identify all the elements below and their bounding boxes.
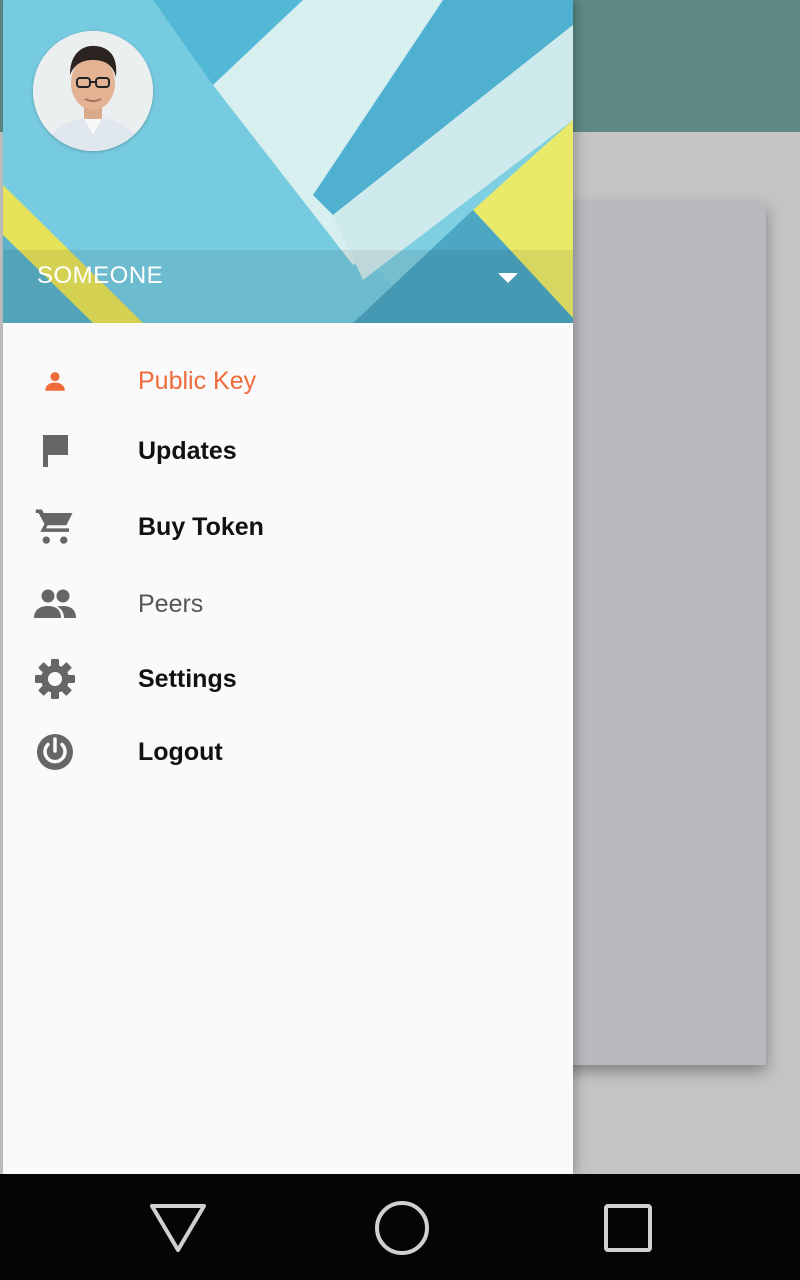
menu-item-label: Logout: [138, 737, 223, 766]
recents-icon: [604, 1204, 652, 1252]
menu-item-settings[interactable]: Settings: [3, 644, 573, 714]
menu-item-peers[interactable]: Peers: [3, 569, 573, 639]
system-navigation-bar: [0, 1174, 800, 1280]
menu-item-label: Updates: [138, 436, 237, 465]
nav-back-button[interactable]: [148, 1198, 208, 1258]
avatar[interactable]: [33, 31, 153, 151]
profile-photo: [33, 31, 153, 151]
menu-item-label: Peers: [138, 589, 204, 618]
menu-item-logout[interactable]: Logout: [3, 717, 573, 787]
navigation-drawer: SOMEONE Public Key Updates Buy Token Pee…: [3, 0, 573, 1174]
screen: SOMEONE Public Key Updates Buy Token Pee…: [0, 0, 800, 1280]
menu-item-buy-token[interactable]: Buy Token: [3, 492, 573, 562]
menu-item-label: Buy Token: [138, 512, 264, 541]
menu-item-label: Settings: [138, 664, 237, 693]
drawer-header: SOMEONE: [3, 0, 573, 323]
back-icon: [150, 1204, 206, 1252]
person-icon: [31, 357, 79, 405]
nav-home-button[interactable]: [372, 1198, 432, 1258]
nav-recents-button[interactable]: [598, 1198, 658, 1258]
dropdown-arrow-icon: [498, 273, 518, 283]
gear-icon: [31, 655, 79, 703]
menu-item-updates[interactable]: Updates: [3, 416, 573, 486]
cart-icon: [31, 503, 79, 551]
background-card: [560, 203, 766, 1065]
power-icon: [31, 728, 79, 776]
account-name: SOMEONE: [37, 262, 164, 289]
home-icon: [375, 1201, 429, 1255]
menu-item-public-key[interactable]: Public Key: [3, 346, 573, 416]
flag-icon: [31, 427, 79, 475]
group-icon: [31, 580, 79, 628]
account-dropdown-button[interactable]: [493, 264, 523, 294]
menu-item-label: Public Key: [138, 366, 257, 395]
